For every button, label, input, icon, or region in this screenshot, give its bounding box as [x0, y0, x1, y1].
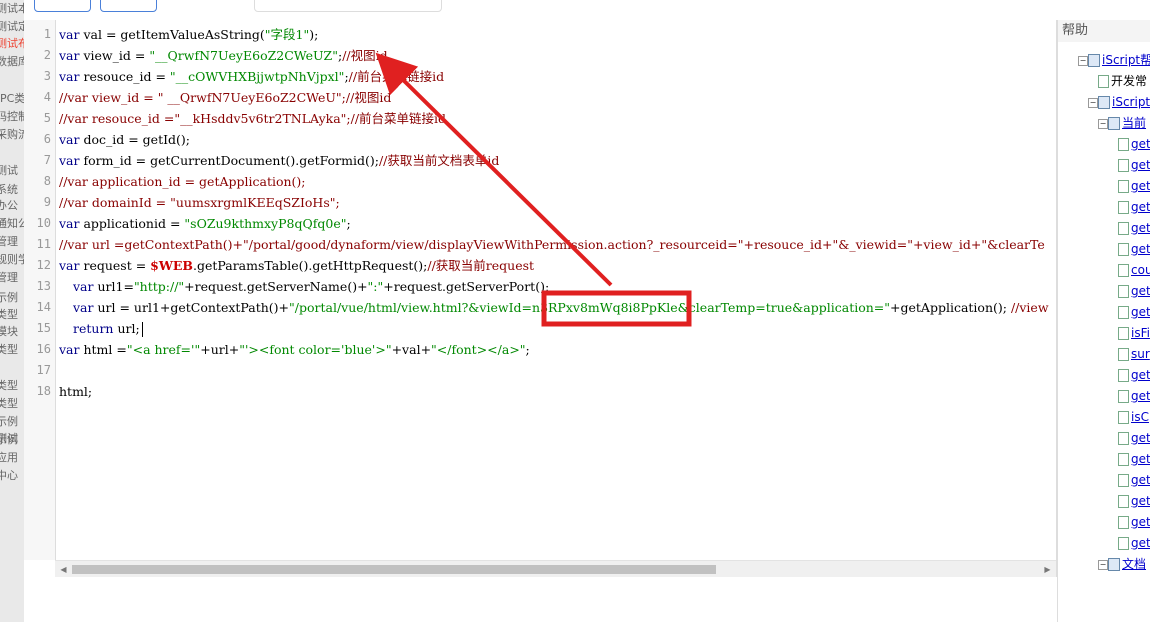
annotation-highlight-box	[541, 290, 692, 327]
annotation-overlay	[375, 52, 692, 327]
annotation-arrow	[375, 52, 613, 287]
